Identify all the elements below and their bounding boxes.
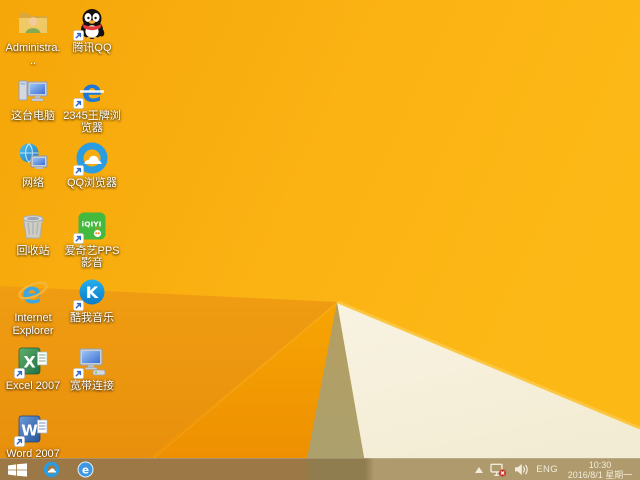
desktop-icon-label: Administra...: [5, 42, 61, 67]
taskbar-app-2345-browser[interactable]: e: [68, 459, 102, 480]
desktop-icon-kuwo-music[interactable]: K 酷我音乐: [65, 276, 119, 325]
desktop-icon-label: 这台电脑: [11, 109, 55, 122]
kuwo-icon: K: [73, 276, 109, 312]
taskbar-pinned-apps: e: [34, 459, 102, 480]
qq-browser-ring-icon: [43, 461, 60, 478]
excel-icon: X: [14, 344, 50, 379]
e-badge-icon: e: [77, 461, 94, 478]
taskbar-clock[interactable]: 10:30 2016/8/1 星期一: [565, 460, 635, 480]
desktop-icon-label: 腾讯QQ: [72, 42, 112, 54]
svg-text:X: X: [23, 353, 36, 372]
desktop-icon-internet-explorer[interactable]: e Internet Explorer: [6, 276, 60, 337]
clock-time: 10:30: [588, 459, 612, 470]
desktop-icon-recycle-bin[interactable]: 回收站: [6, 209, 60, 258]
windows-desktop: Administra... 腾讯QQ 这台电脑 e 2345王牌浏览器 网络 Q…: [0, 0, 640, 480]
desktop-icon-label: QQ浏览器: [66, 177, 118, 190]
desktop-icon-label: 回收站: [16, 244, 50, 257]
shortcut-arrow-icon: [73, 300, 84, 312]
desktop-icon-label: 宽带连接: [70, 380, 114, 392]
desktop-icon-broadband-connection[interactable]: 宽带连接: [65, 344, 119, 393]
taskbar: e ENG 10:30 2016/8/1 星期一: [0, 458, 640, 480]
qq-penguin-icon: [73, 6, 109, 41]
shortcut-arrow-icon: [73, 30, 84, 41]
desktop-icon-label: Internet Explorer: [12, 312, 54, 337]
shortcut-arrow-icon: [73, 165, 84, 177]
network-status-icon[interactable]: [490, 459, 507, 480]
svg-text:e: e: [81, 464, 88, 476]
desktop-icon-administrator-folder[interactable]: Administra...: [5, 6, 61, 67]
desktop-icon-network[interactable]: 网络: [6, 141, 60, 190]
desktop-icon-2345-browser[interactable]: e 2345王牌浏览器: [63, 74, 121, 135]
desktop-icon-tencent-qq[interactable]: 腾讯QQ: [65, 6, 119, 55]
shortcut-arrow-icon: [73, 97, 84, 109]
desktop-icon-qq-browser[interactable]: QQ浏览器: [65, 141, 119, 190]
start-button[interactable]: [0, 459, 34, 480]
desktop-icon-label: Excel 2007: [5, 380, 61, 392]
network-globe-icon: [16, 141, 50, 175]
desktop-icon-label: 网络: [22, 177, 44, 190]
desktop-icon-label: 2345王牌浏览器: [63, 109, 121, 135]
recycle-bin-icon: [16, 209, 50, 243]
desktop-icon-this-pc[interactable]: 这台电脑: [6, 74, 60, 123]
qq-browser-ring-icon: [73, 141, 109, 177]
desktop-icon-iqiyi-pps[interactable]: iQIYI 爱奇艺PPS 影音: [64, 209, 120, 270]
volume-icon[interactable]: [514, 459, 529, 480]
shortcut-arrow-icon: [14, 368, 25, 379]
tray-expand-button[interactable]: [475, 459, 484, 480]
desktop-icon-label: 酷我音乐: [70, 312, 114, 325]
language-indicator[interactable]: ENG: [536, 459, 558, 480]
blue-e-icon: e: [73, 74, 109, 109]
svg-text:e: e: [22, 276, 42, 310]
broadband-icon: [73, 344, 109, 379]
iqiyi-icon: iQIYI: [73, 209, 109, 244]
system-tray: ENG 10:30 2016/8/1 星期一: [475, 459, 640, 480]
ie-icon: e: [16, 276, 50, 310]
clock-date: 2016/8/1 星期一: [567, 469, 633, 480]
shortcut-arrow-icon: [73, 368, 84, 379]
word-icon: W: [14, 412, 50, 447]
windows-logo-icon: [7, 462, 27, 477]
user-folder-icon: [16, 6, 50, 40]
shortcut-arrow-icon: [73, 232, 84, 244]
taskbar-app-qq-browser[interactable]: [34, 459, 68, 480]
computer-icon: [16, 74, 50, 108]
desktop-icon-excel-2007[interactable]: X Excel 2007: [6, 344, 60, 393]
svg-text:iQIYI: iQIYI: [82, 219, 102, 228]
chevron-up-icon: [475, 466, 484, 473]
desktop-icon-label: 爱奇艺PPS 影音: [64, 244, 120, 270]
svg-text:K: K: [86, 283, 99, 302]
desktop-icon-grid: Administra... 腾讯QQ 这台电脑 e 2345王牌浏览器 网络 Q…: [5, 0, 136, 461]
desktop-icon-word-2007[interactable]: W Word 2007: [6, 412, 60, 461]
shortcut-arrow-icon: [14, 435, 25, 447]
